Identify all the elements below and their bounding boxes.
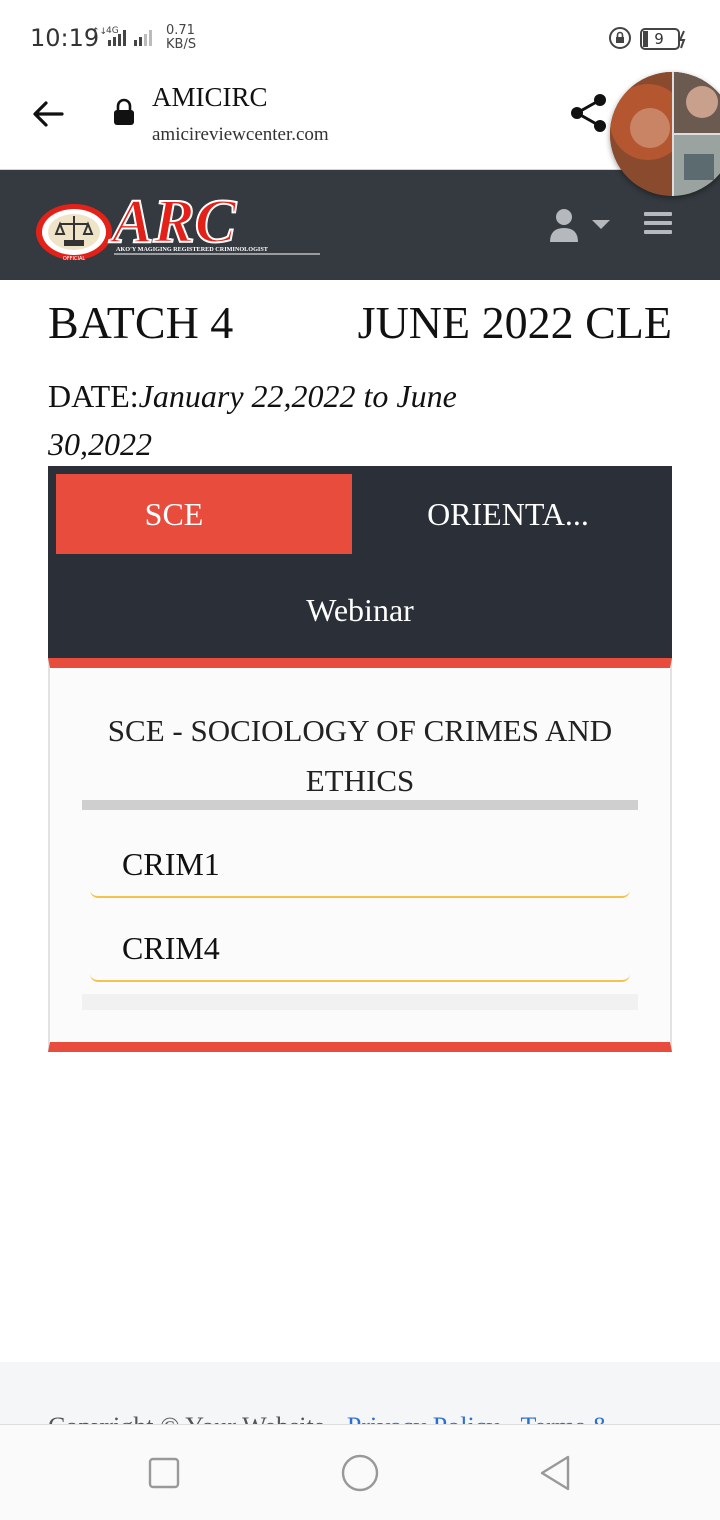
screen-lock-icon [609,27,631,49]
date-range-line2: 30,2022 [48,426,152,462]
date-prefix: DATE: [48,378,139,414]
subject-panel: SCE - SOCIOLOGY OF CRIMES AND ETHICS CRI… [48,658,672,1052]
batch-heading: BATCH 4 JUNE 2022 CLE [48,296,672,356]
logo-tagline: AKO'Y MAGIGING REGISTERED CRIMINOLOGIST [116,246,269,253]
exam-label: JUNE 2022 CLE [357,297,672,348]
batch-label: BATCH 4 [48,297,234,348]
tab-sce[interactable]: SCE [56,474,352,554]
status-time: 10:19 [30,24,100,52]
caret-down-icon [592,220,610,229]
back-triangle-icon[interactable] [536,1453,576,1493]
arc-logo[interactable]: OFFICIAL ARC AKO'Y MAGIGING REGISTERED C… [34,184,324,268]
panel-divider [82,800,638,810]
date-range-line1: January 22,2022 to June [138,378,457,414]
tab-orientation[interactable]: ORIENTA... [352,474,664,554]
svg-text:↑↓: ↑↓ [92,27,107,37]
speed-value: 0.71 [166,23,195,38]
user-icon [550,209,578,242]
subject-tabs: SCE ORIENTA... Webinar [48,466,672,660]
list-item-label: CRIM4 [122,930,220,966]
site-name: AMICIRC [152,82,268,112]
network-type: 4G [106,26,119,36]
hamburger-icon[interactable] [644,210,672,236]
back-arrow-icon[interactable] [30,96,66,132]
user-menu-button[interactable] [548,208,614,244]
battery-level: 9 [654,30,664,48]
tab-webinar[interactable]: Webinar [48,570,672,650]
list-item-crim1[interactable]: CRIM1 [90,838,630,898]
signal-strength-icon: ↑↓ 4G [92,26,152,46]
share-icon[interactable] [568,92,610,134]
site-footer: Copyright © Your Website · Privacy Polic… [0,1362,720,1426]
panel-bottom-strip [82,994,638,1010]
network-speed: 0.71 KB/S [166,24,196,52]
status-bar: 10:19 ↑↓ 4G 0.71 KB/S 9 [0,0,720,72]
recents-square-icon[interactable] [144,1453,184,1493]
date-range: DATE:January 22,2022 to June 30,2022 [48,372,488,468]
system-nav-bar [0,1424,720,1520]
list-item-label: CRIM1 [122,846,220,882]
list-item-crim4[interactable]: CRIM4 [90,922,630,982]
seal-text: OFFICIAL [63,256,86,262]
lock-icon [114,98,134,125]
site-url[interactable]: amicireviewcenter.com [152,124,329,146]
panel-title: SCE - SOCIOLOGY OF CRIMES AND ETHICS [107,713,613,798]
site-header: OFFICIAL ARC AKO'Y MAGIGING REGISTERED C… [0,170,720,280]
home-circle-icon[interactable] [340,1453,380,1493]
speed-unit: KB/S [166,37,197,52]
